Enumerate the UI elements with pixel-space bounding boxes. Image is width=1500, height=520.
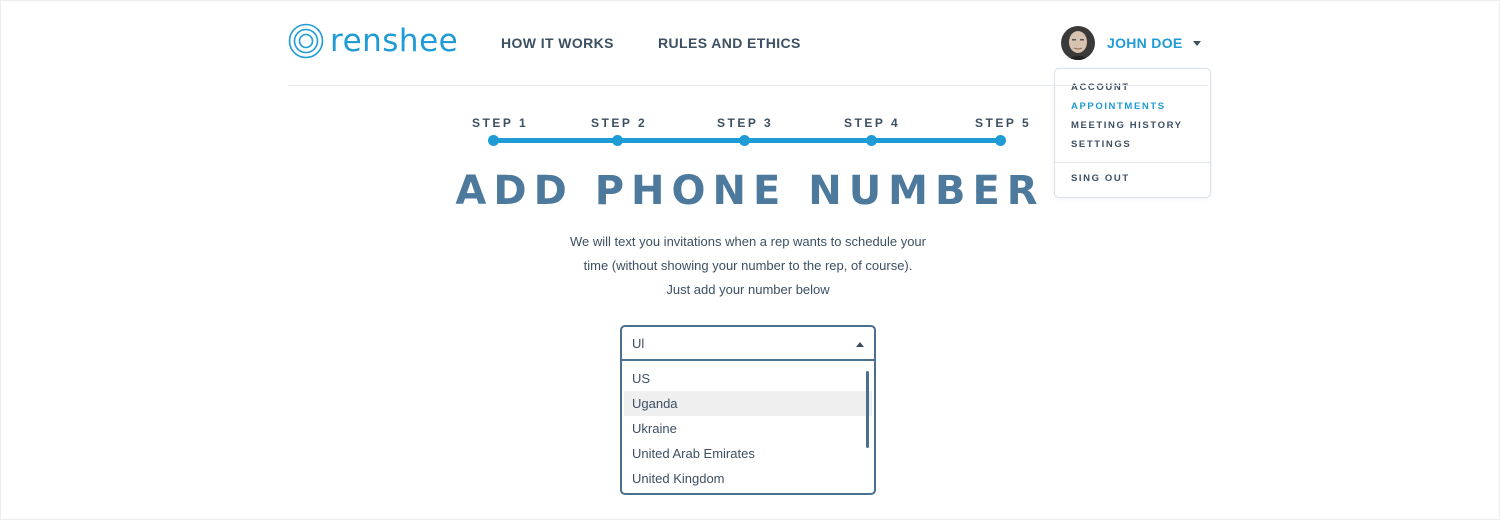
renshee-logo-icon xyxy=(288,23,324,59)
step-dot-5 xyxy=(995,135,1006,146)
menu-item-account[interactable]: ACCOUNT xyxy=(1071,82,1130,93)
option-uganda[interactable]: Uganda xyxy=(624,391,872,416)
country-select-input[interactable]: Ul xyxy=(620,325,876,361)
step-label-1: STEP 1 xyxy=(472,116,529,130)
step-dot-3 xyxy=(739,135,750,146)
step-label-4: STEP 4 xyxy=(844,116,901,130)
user-name: JOHN DOE xyxy=(1107,35,1183,51)
menu-item-appointments[interactable]: APPOINTMENTS xyxy=(1071,101,1166,112)
user-menu-toggle[interactable]: JOHN DOE xyxy=(1061,25,1201,61)
renshee-logo[interactable]: renshee xyxy=(288,23,458,59)
nav-rules-and-ethics[interactable]: RULES AND ETHICS xyxy=(658,35,801,51)
options-scrollbar[interactable] xyxy=(866,371,869,448)
option-united-arab-emirates[interactable]: United Arab Emirates xyxy=(624,441,872,466)
step-label-3: STEP 3 xyxy=(717,116,774,130)
option-united-kingdom[interactable]: United Kingdom xyxy=(624,466,872,491)
step-label-5: STEP 5 xyxy=(975,116,1032,130)
avatar xyxy=(1061,26,1095,60)
menu-divider xyxy=(1055,162,1210,163)
brand-name: renshee xyxy=(330,23,459,59)
country-select-value: Ul xyxy=(632,336,645,351)
step-label-2: STEP 2 xyxy=(591,116,648,130)
step-dot-2 xyxy=(612,135,623,146)
chevron-down-icon xyxy=(1192,40,1201,46)
header-divider xyxy=(288,85,1208,86)
country-options-list: US Uganda Ukraine United Arab Emirates U… xyxy=(620,361,876,495)
step-dot-4 xyxy=(866,135,877,146)
menu-item-meeting-history[interactable]: MEETING HISTORY xyxy=(1071,120,1183,131)
nav-how-it-works[interactable]: HOW IT WORKS xyxy=(501,35,614,51)
page-title: ADD PHONE NUMBER xyxy=(455,168,1045,214)
page-description: We will text you invitations when a rep … xyxy=(570,234,926,297)
chevron-up-icon[interactable] xyxy=(856,342,864,347)
option-us[interactable]: US xyxy=(624,366,872,391)
step-dot-1 xyxy=(488,135,499,146)
menu-item-settings[interactable]: SETTINGS xyxy=(1071,139,1131,150)
option-ukraine[interactable]: Ukraine xyxy=(624,416,872,441)
